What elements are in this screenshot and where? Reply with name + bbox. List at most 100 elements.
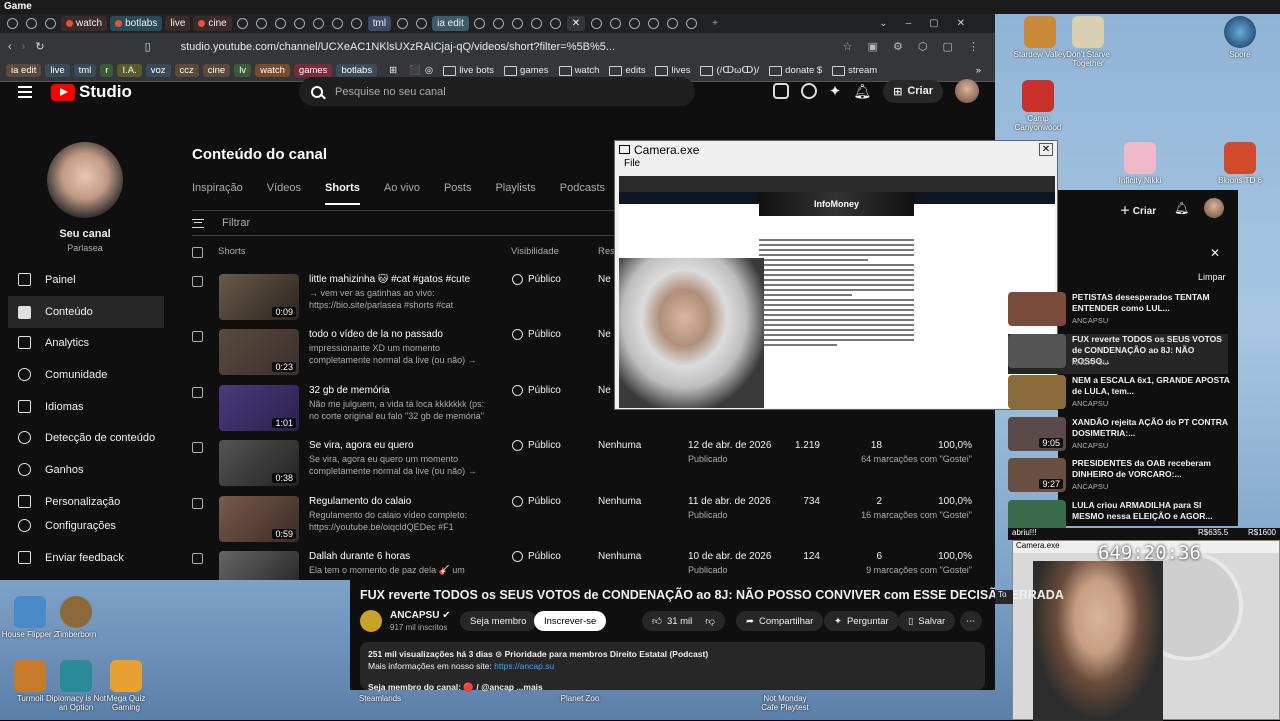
- new-tab-icon[interactable]: +: [712, 18, 718, 29]
- tab-icon[interactable]: [23, 16, 39, 31]
- sidebar-item-analytics[interactable]: Analytics: [18, 336, 168, 349]
- video-thumbnail[interactable]: 1:01: [219, 385, 299, 431]
- join-button[interactable]: Seja membro: [460, 611, 537, 631]
- feed-item[interactable]: 9:27 PRESIDENTES da OAB receberam DINHEIR…: [1008, 458, 1228, 498]
- camera-menu-file[interactable]: File: [615, 158, 1057, 173]
- video-title[interactable]: 32 gb de memória: [309, 385, 489, 396]
- tab-icon[interactable]: [491, 16, 507, 31]
- tab-icon[interactable]: [394, 16, 410, 31]
- tab-icon[interactable]: [254, 16, 270, 31]
- camera-titlebar[interactable]: Camera.exe ✕: [615, 141, 1057, 158]
- subscribe-button[interactable]: Inscrever-se: [534, 611, 607, 631]
- forward-icon[interactable]: ›: [22, 41, 26, 53]
- video-description-box[interactable]: 251 mil visualizações há 3 dias ⊙ Priori…: [360, 642, 985, 692]
- filter-icon[interactable]: [192, 218, 204, 228]
- tab-icon[interactable]: [292, 16, 308, 31]
- filter-input[interactable]: Filtrar: [222, 217, 250, 229]
- row-checkbox[interactable]: [192, 442, 203, 453]
- clear-button[interactable]: Limpar: [1198, 272, 1226, 282]
- table-row[interactable]: 0:59 Regulamento do calaio Regulamento d…: [192, 494, 992, 549]
- account-avatar[interactable]: [1204, 198, 1224, 218]
- column-shorts[interactable]: Shorts: [218, 246, 245, 257]
- reload-icon[interactable]: ↻: [35, 40, 44, 53]
- feed-item[interactable]: PETISTAS desesperados TENTAM ENTENDER co…: [1008, 292, 1228, 332]
- desktop-icon[interactable]: Timberborn: [46, 596, 106, 639]
- channel-name[interactable]: ANCAPSU ✔: [390, 610, 451, 621]
- create-button[interactable]: ＋ Criar: [1120, 202, 1156, 217]
- tab-icon[interactable]: [607, 16, 623, 31]
- sparkle-icon[interactable]: ✦: [829, 82, 842, 100]
- tab-botlabs[interactable]: botlabs: [110, 16, 163, 31]
- help-icon[interactable]: [800, 83, 817, 99]
- feed-item[interactable]: FUX reverte TODOS os SEUS VOTOS de CONDE…: [1008, 334, 1228, 374]
- tab-icon[interactable]: [472, 16, 488, 31]
- desktop-icon-label[interactable]: Steamlands: [350, 694, 410, 703]
- feed-item[interactable]: NEM a ESCALA 6x1, GRANDE APOSTA de LULA,…: [1008, 375, 1230, 415]
- website-link[interactable]: https://ancap.su: [494, 661, 554, 671]
- tab-icon[interactable]: [529, 16, 545, 31]
- visibility-cell[interactable]: Público: [512, 274, 561, 285]
- visibility-cell[interactable]: Público: [512, 440, 561, 451]
- column-visibility[interactable]: Visibilidade: [511, 246, 559, 257]
- video-thumbnail[interactable]: 0:38: [219, 440, 299, 486]
- sidebar-item-comunidade[interactable]: Comunidade: [18, 368, 168, 381]
- tab-icon[interactable]: [235, 16, 251, 31]
- close-icon[interactable]: ✕: [1039, 143, 1053, 156]
- tab-icon[interactable]: [330, 16, 346, 31]
- sidebar-item-deteccao[interactable]: Detecção de conteúdo: [18, 431, 168, 444]
- tab-live[interactable]: live: [165, 16, 191, 31]
- extension-icons[interactable]: ☆ ▣ ⚙ ⬡ ▢ ⋮: [843, 40, 985, 53]
- studio-logo[interactable]: Studio: [51, 82, 132, 102]
- video-title[interactable]: todo o vídeo de la no passado: [309, 329, 489, 340]
- menu-icon[interactable]: [18, 86, 32, 98]
- column-restrictions[interactable]: Res: [598, 246, 615, 257]
- tab-icon[interactable]: [548, 16, 564, 31]
- account-avatar[interactable]: [955, 79, 979, 103]
- like-button[interactable]: 👍︎ 31 mil 👎︎: [642, 611, 725, 631]
- visibility-cell[interactable]: Público: [512, 329, 561, 340]
- tab-icon[interactable]: [645, 16, 661, 31]
- row-checkbox[interactable]: [192, 498, 203, 509]
- sidebar-item-conteudo[interactable]: Conteúdo: [8, 296, 164, 328]
- tab-icon[interactable]: [626, 16, 642, 31]
- video-title[interactable]: Regulamento do calaio: [309, 496, 489, 507]
- tab-icon[interactable]: [683, 16, 699, 31]
- video-thumbnail[interactable]: 0:59: [219, 496, 299, 542]
- bookmark-icon[interactable]: ▯: [145, 40, 151, 53]
- tab-icon[interactable]: [42, 16, 58, 31]
- tab-icon[interactable]: [311, 16, 327, 31]
- tab-podcasts[interactable]: Podcasts: [560, 182, 605, 205]
- sidebar-item-personalizacao[interactable]: Personalização: [18, 495, 168, 508]
- tab-icon[interactable]: [510, 16, 526, 31]
- tab-shorts[interactable]: Shorts: [325, 182, 360, 205]
- thumbs-down-icon[interactable]: 👎︎: [705, 615, 715, 627]
- sidebar-item-painel[interactable]: Painel: [18, 273, 168, 286]
- create-button[interactable]: ⊞ Criar: [883, 79, 943, 103]
- tab-icon[interactable]: [588, 16, 604, 31]
- bell-icon[interactable]: 🔔︎: [853, 83, 871, 100]
- visibility-cell[interactable]: Público: [512, 551, 561, 562]
- sidebar-item-idiomas[interactable]: Idiomas: [18, 400, 168, 413]
- visibility-cell[interactable]: Público: [512, 496, 561, 507]
- tab-ao-vivo[interactable]: Ao vivo: [384, 182, 420, 205]
- tab-icon[interactable]: [413, 16, 429, 31]
- row-checkbox[interactable]: [192, 553, 203, 564]
- desktop-icon[interactable]: Camp Canyonwood: [1008, 80, 1068, 132]
- channel-avatar[interactable]: [47, 142, 123, 218]
- desktop-icon[interactable]: Mega Quiz Gaming: [96, 660, 156, 712]
- tab-playlists[interactable]: Playlists: [495, 182, 535, 205]
- table-row[interactable]: 0:38 Se vira, agora eu quero Se vira, ag…: [192, 438, 992, 493]
- video-title[interactable]: Se vira, agora eu quero: [309, 440, 489, 451]
- desktop-icon[interactable]: Spore: [1210, 16, 1270, 59]
- desktop-icon[interactable]: Infinity Nikki: [1110, 142, 1170, 185]
- table-row[interactable]: Dallah durante 6 horas Ela tem o momento…: [192, 549, 992, 580]
- bell-icon[interactable]: 🔔︎: [1174, 201, 1189, 215]
- video-thumbnail[interactable]: 0:09: [219, 274, 299, 320]
- desktop-icon-label[interactable]: Not Monday Cafe Playtest: [755, 694, 815, 712]
- close-icon[interactable]: ✕: [1210, 246, 1220, 260]
- sidebar-item-configuracoes[interactable]: Configurações: [18, 519, 168, 532]
- channel-avatar[interactable]: [360, 610, 382, 632]
- ask-button[interactable]: ✦ Perguntar: [824, 611, 899, 631]
- row-checkbox[interactable]: [192, 276, 203, 287]
- url-field[interactable]: studio.youtube.com/channel/UCXeAC1NKlsUX…: [181, 41, 833, 53]
